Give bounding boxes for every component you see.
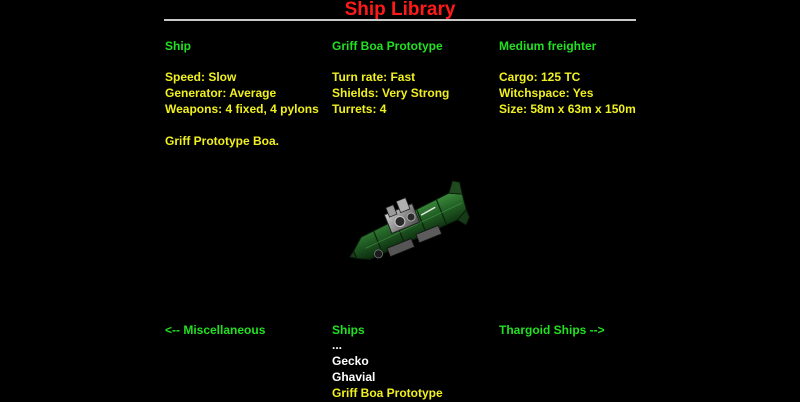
ship-description: Griff Prototype Boa. (165, 134, 280, 148)
ship-class: Medium freighter (499, 39, 597, 53)
griff-boa-ship-model (348, 180, 470, 261)
stat-turrets: Turrets: 4 (332, 102, 387, 116)
ship-list-scroll-up[interactable]: ... (332, 337, 342, 353)
ship-list-item[interactable]: Ghavial (332, 369, 375, 385)
next-category-link[interactable]: Thargoid Ships --> (499, 322, 605, 338)
stat-speed: Speed: Slow (165, 70, 237, 84)
stat-generator: Generator: Average (165, 86, 277, 100)
stat-size: Size: 58m x 63m x 150m (499, 102, 636, 116)
stat-weapons: Weapons: 4 fixed, 4 pylons (165, 102, 319, 116)
title-divider (164, 19, 636, 21)
stat-shields: Shields: Very Strong (332, 86, 450, 100)
prev-category-link[interactable]: <-- Miscellaneous (165, 322, 265, 338)
stat-cargo: Cargo: 125 TC (499, 70, 581, 84)
stat-turn-rate: Turn rate: Fast (332, 70, 416, 84)
ship-label: Ship (165, 39, 191, 53)
ship-list-item[interactable]: Gecko (332, 353, 369, 369)
ship-name: Griff Boa Prototype (332, 39, 443, 53)
stat-witchspace: Witchspace: Yes (499, 86, 594, 100)
ship-library-screen: Ship Library Ship Griff Boa Prototype Me… (0, 0, 800, 402)
category-label: Ships (332, 323, 365, 337)
ship-list-item-selected[interactable]: Griff Boa Prototype (332, 385, 443, 401)
